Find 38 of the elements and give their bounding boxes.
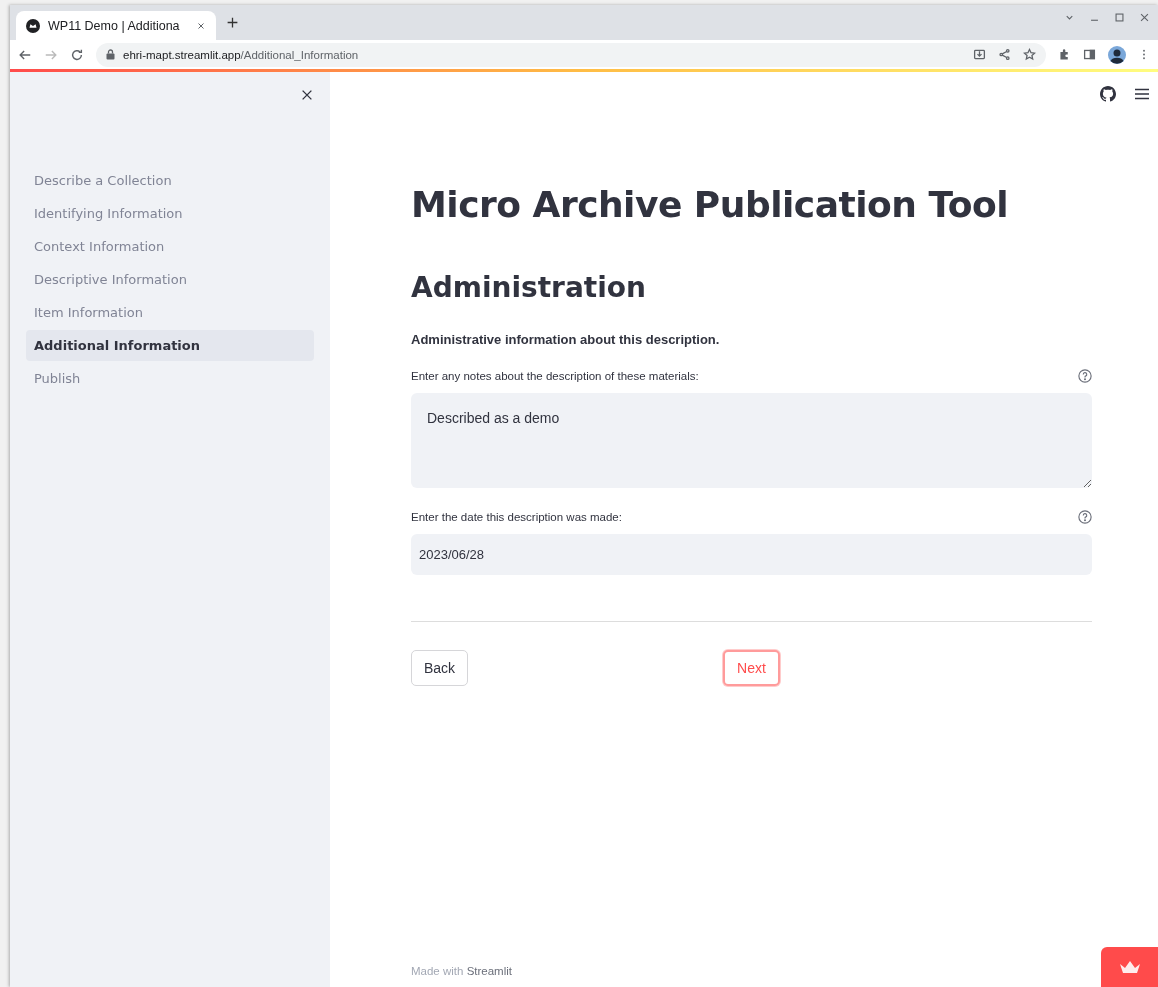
sidebar-item[interactable]: Describe a Collection bbox=[26, 165, 314, 196]
field-label: Enter any notes about the description of these materials: bbox=[411, 370, 699, 382]
plus-icon[interactable] bbox=[226, 16, 239, 29]
install-icon[interactable] bbox=[973, 48, 986, 61]
avatar-icon[interactable] bbox=[1108, 45, 1126, 64]
lock-icon bbox=[106, 49, 115, 60]
address-bar[interactable]: ehri-mapt.streamlit.app/Additional_Information bbox=[96, 42, 1046, 67]
notes-field[interactable]: Described as a demo bbox=[411, 393, 1092, 488]
back-button[interactable]: Back bbox=[411, 650, 469, 686]
menu-icon[interactable] bbox=[1134, 86, 1150, 102]
sidebar-item[interactable]: Identifying Information bbox=[26, 198, 314, 229]
sidebar-item[interactable]: Additional Information bbox=[26, 330, 314, 361]
app-badge[interactable] bbox=[1101, 947, 1158, 987]
side-panel-icon[interactable] bbox=[1083, 48, 1096, 61]
footer-text: Made with Streamlit bbox=[411, 965, 512, 977]
sidebar-item[interactable]: Context Information bbox=[26, 231, 314, 262]
intro-text: Administrative information about this description. bbox=[411, 332, 721, 347]
browser-tab[interactable]: WP11 Demo | Additiona bbox=[16, 11, 216, 40]
share-icon[interactable] bbox=[998, 48, 1011, 61]
section-heading: Administration bbox=[411, 271, 647, 304]
github-icon[interactable] bbox=[1100, 86, 1116, 102]
sidebar-item[interactable]: Publish bbox=[26, 363, 314, 394]
close-icon[interactable] bbox=[196, 20, 206, 31]
star-icon[interactable] bbox=[1023, 48, 1036, 61]
crown-icon bbox=[1118, 960, 1141, 974]
streamlit-link[interactable]: Streamlit bbox=[466, 965, 512, 977]
help-icon[interactable] bbox=[1078, 510, 1092, 524]
field-label: Enter the date this description was made: bbox=[411, 511, 622, 523]
puzzle-icon[interactable] bbox=[1058, 48, 1071, 61]
next-button[interactable]: Next bbox=[723, 650, 780, 686]
date-field[interactable]: 2023/06/28 bbox=[411, 534, 1092, 575]
page-title: Micro Archive Publication Tool bbox=[411, 184, 1009, 225]
reload-icon[interactable] bbox=[70, 47, 84, 62]
sidebar-item[interactable]: Descriptive Information bbox=[26, 264, 314, 295]
sidebar-item[interactable]: Item Information bbox=[26, 297, 314, 328]
crown-icon bbox=[26, 18, 40, 33]
maximize-icon[interactable] bbox=[1114, 12, 1125, 23]
help-icon[interactable] bbox=[1078, 369, 1092, 383]
